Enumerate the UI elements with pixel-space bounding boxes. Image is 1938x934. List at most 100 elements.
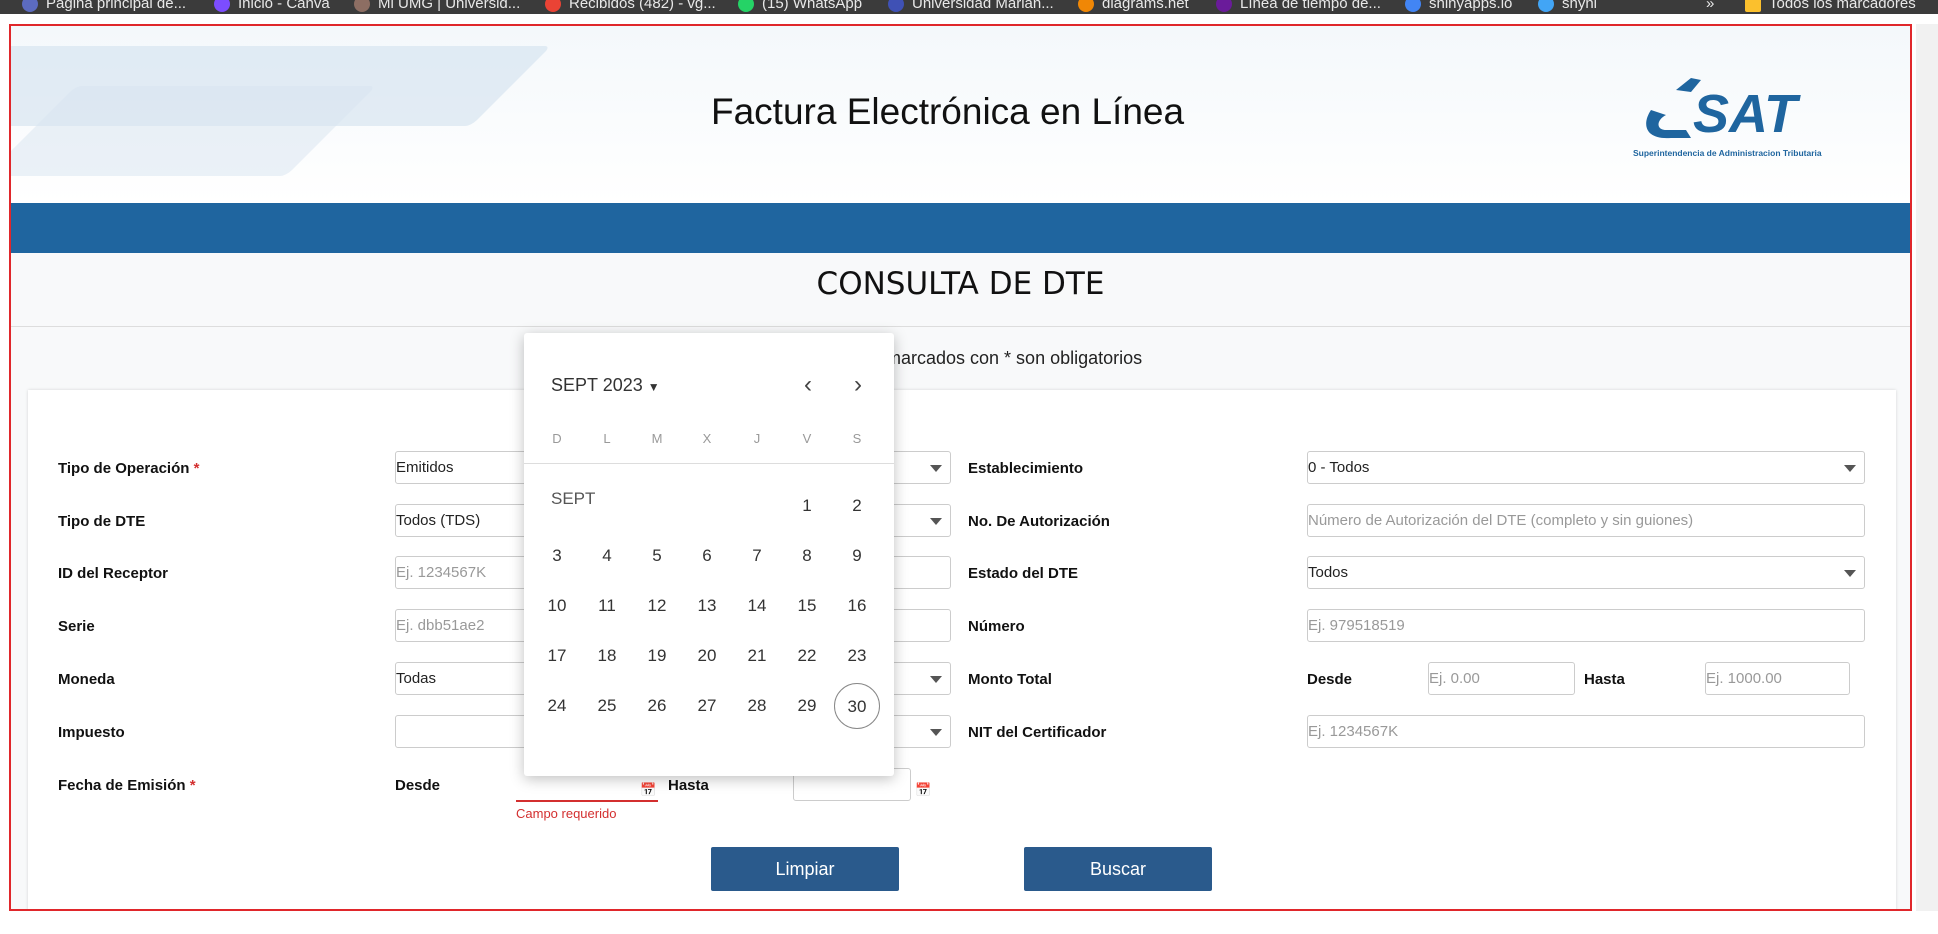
header-band — [11, 203, 1910, 253]
establecimiento-select[interactable]: 0 - Todos — [1307, 451, 1865, 484]
calendar-day[interactable]: 7 — [734, 533, 780, 579]
calendar-day[interactable]: 14 — [734, 583, 780, 629]
calendar-day[interactable]: 21 — [734, 633, 780, 679]
calendar-day[interactable]: 20 — [684, 633, 730, 679]
fecha-desde-error: Campo requerido — [516, 806, 617, 821]
bookmark-label: Línea de tiempo de... — [1240, 0, 1381, 12]
calendar-icon[interactable]: 📅 — [915, 782, 931, 798]
calendar-day[interactable]: 4 — [584, 533, 630, 579]
calendar-day[interactable]: 26 — [634, 683, 680, 729]
bookmarks-bar: Página principal de... Inicio - Canva Mi… — [0, 0, 1938, 14]
chevron-right-icon: » — [1706, 0, 1715, 12]
bookmark-item[interactable]: Universidad Marian... — [888, 0, 1054, 12]
calendar-day[interactable]: 15 — [784, 583, 830, 629]
calendar-day[interactable]: 25 — [584, 683, 630, 729]
weekday-label: M — [651, 431, 663, 446]
bookmark-folder-all[interactable]: Todos los marcadores — [1745, 0, 1916, 12]
calendar-day[interactable]: 22 — [784, 633, 830, 679]
calendar-icon[interactable]: 📅 — [640, 782, 656, 798]
nit-certificador-input[interactable]: Ej. 1234567K — [1307, 715, 1865, 748]
bookmark-icon — [888, 0, 904, 12]
bookmark-item[interactable]: Recibidos (482) - vg... — [545, 0, 716, 12]
scrollbar[interactable] — [1916, 24, 1938, 911]
date-picker: SEPT 2023 ▼ ‹ › D L M X J V S SEPT 12345… — [524, 333, 894, 776]
bookmark-item[interactable]: (15) WhatsApp — [738, 0, 862, 12]
bookmark-icon — [22, 0, 38, 12]
prev-month-button[interactable]: ‹ — [804, 371, 812, 399]
monto-desde-input[interactable]: Ej. 0.00 — [1428, 662, 1575, 695]
bookmark-item[interactable]: Página principal de... — [22, 0, 186, 12]
bookmark-label: Recibidos (482) - vg... — [569, 0, 716, 12]
bookmark-item[interactable]: shinyapps.io — [1405, 0, 1512, 12]
calendar-day[interactable]: 28 — [734, 683, 780, 729]
sat-logo: SAT Superintendencia de Administracion T… — [1633, 78, 1822, 158]
label-impuesto: Impuesto — [58, 724, 125, 741]
bookmark-item[interactable]: shyni — [1538, 0, 1597, 12]
caret-down-icon: ▼ — [647, 380, 660, 394]
canva-icon — [214, 0, 230, 12]
calendar-day[interactable]: 8 — [784, 533, 830, 579]
monto-desde-label: Desde — [1307, 671, 1353, 688]
bookmark-item[interactable]: Inicio - Canva — [214, 0, 330, 12]
bookmark-item[interactable]: Mi UMG | Universid... — [354, 0, 520, 12]
chevron-down-icon — [930, 729, 942, 736]
chevron-down-icon — [930, 676, 942, 683]
label-fecha-emision: Fecha de Emisión * — [58, 777, 196, 794]
calendar-day[interactable]: 5 — [634, 533, 680, 579]
page-frame: Factura Electrónica en Línea SAT Superin… — [9, 24, 1912, 911]
weekday-label: D — [552, 431, 562, 446]
bookmark-item[interactable]: diagrams.net — [1078, 0, 1189, 12]
label-estado-dte: Estado del DTE — [968, 565, 1079, 582]
bookmark-label: shinyapps.io — [1429, 0, 1513, 12]
calendar-day[interactable]: 30 — [834, 683, 880, 729]
calendar-day[interactable]: 9 — [834, 533, 880, 579]
chevron-down-icon — [930, 518, 942, 525]
buscar-button[interactable]: Buscar — [1024, 847, 1212, 891]
calendar-day[interactable]: 29 — [784, 683, 830, 729]
numero-input[interactable]: Ej. 979518519 — [1307, 609, 1865, 642]
bookmark-label: (15) WhatsApp — [762, 0, 863, 12]
calendar-day[interactable]: 23 — [834, 633, 880, 679]
estado-dte-select[interactable]: Todos — [1307, 556, 1865, 589]
monto-hasta-input[interactable]: Ej. 1000.00 — [1705, 662, 1850, 695]
gmail-icon — [545, 0, 561, 12]
calendar-day[interactable]: 27 — [684, 683, 730, 729]
calendar-day[interactable]: 3 — [534, 533, 580, 579]
folder-icon — [1745, 0, 1761, 12]
calendar-day[interactable]: 6 — [684, 533, 730, 579]
bookmark-item[interactable]: Línea de tiempo de... — [1216, 0, 1381, 12]
more-bookmarks-button[interactable]: » — [1706, 0, 1714, 12]
chevron-down-icon — [1844, 570, 1856, 577]
calendar-day[interactable]: 19 — [634, 633, 680, 679]
next-month-button[interactable]: › — [854, 371, 862, 399]
bookmark-label: Inicio - Canva — [238, 0, 330, 12]
calendar-day[interactable]: 12 — [634, 583, 680, 629]
chevron-down-icon — [930, 465, 942, 472]
logo-subtitle: Superintendencia de Administracion Tribu… — [1633, 148, 1822, 158]
fecha-desde-label: Desde — [395, 777, 441, 794]
calendar-day[interactable]: 24 — [534, 683, 580, 729]
no-autorizacion-input[interactable]: Número de Autorización del DTE (completo… — [1307, 504, 1865, 537]
label-tipo-operacion: Tipo de Operación * — [58, 460, 200, 477]
label-numero: Número — [968, 618, 1025, 635]
bookmark-label: shyni — [1562, 0, 1598, 12]
calendar-day[interactable]: 2 — [834, 483, 880, 529]
label-no-autorizacion: No. De Autorización — [968, 513, 1110, 530]
search-form: Tipo de Operación * Tipo de DTE ID del R… — [28, 390, 1896, 909]
month-year-selector[interactable]: SEPT 2023 ▼ — [551, 375, 660, 396]
label-tipo-dte: Tipo de DTE — [58, 513, 146, 530]
header-decoration — [11, 86, 376, 176]
umg-icon — [354, 0, 370, 12]
calendar-day[interactable]: 10 — [534, 583, 580, 629]
calendar-day[interactable]: 11 — [584, 583, 630, 629]
limpiar-button[interactable]: Limpiar — [711, 847, 899, 891]
logo-text: SAT — [1693, 84, 1801, 144]
calendar-day[interactable]: 1 — [784, 483, 830, 529]
calendar-day[interactable]: 18 — [584, 633, 630, 679]
calendar-day[interactable]: 16 — [834, 583, 880, 629]
calendar-day[interactable]: 13 — [684, 583, 730, 629]
label-serie: Serie — [58, 618, 95, 635]
chevron-down-icon — [1844, 465, 1856, 472]
calendar-day[interactable]: 17 — [534, 633, 580, 679]
required-note: marcados con * son obligatorios — [886, 348, 1143, 368]
